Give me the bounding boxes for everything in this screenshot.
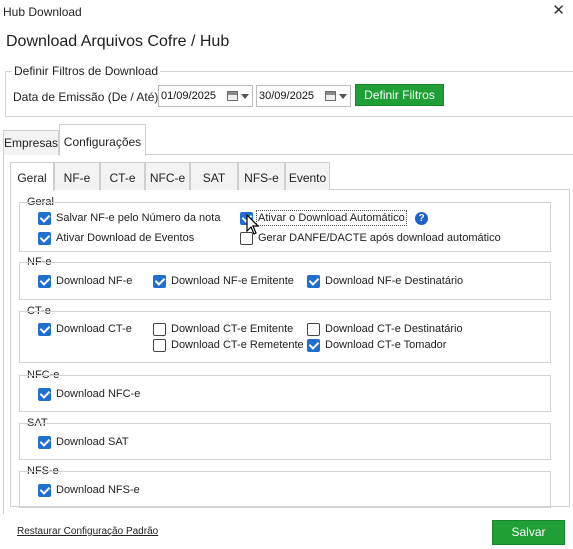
tab-sat[interactable]: SAT (190, 162, 238, 190)
close-icon[interactable]: ✕ (552, 3, 565, 19)
checkbox-box (38, 275, 51, 288)
chevron-down-icon[interactable] (339, 94, 347, 99)
tab-cte[interactable]: CT-e (100, 162, 145, 190)
tab-empresas[interactable]: Empresas (3, 130, 59, 155)
tab-nfce[interactable]: NFC-e (145, 162, 190, 190)
checkbox-box (153, 275, 166, 288)
calendar-icon (325, 91, 336, 101)
checkbox-label: Download NF-e (56, 275, 133, 287)
checkbox-label: Download NFC-e (56, 388, 141, 400)
checkbox-box (307, 339, 320, 352)
chevron-down-icon[interactable] (241, 94, 249, 99)
tab-configuracoes[interactable]: Configurações (59, 124, 146, 156)
checkbox-box (38, 212, 51, 225)
calendar-icon (227, 91, 238, 101)
date-range-label: Data de Emissão (De / Até): (13, 90, 162, 104)
checkbox-box (307, 323, 320, 336)
date-from-value: 01/09/2025 (161, 90, 217, 102)
checkbox-label: Ativar Download de Eventos (56, 232, 195, 244)
checkbox-label: Download SAT (56, 436, 129, 448)
checkbox-box (153, 323, 166, 336)
tab-nfe[interactable]: NF-e (54, 162, 100, 190)
filter-group-legend: Definir Filtros de Download (12, 64, 161, 78)
restore-default-link[interactable]: Restaurar Configuração Padrão (17, 526, 158, 537)
checkbox-box (307, 275, 320, 288)
mouse-pointer-icon (246, 214, 260, 235)
checkbox-box (38, 323, 51, 336)
checkbox-label: Download CT-e Tomador (325, 339, 447, 351)
window-titlebar: Hub Download ✕ (0, 0, 573, 26)
checkbox-box (153, 339, 166, 352)
checkbox-label: Download CT-e (56, 323, 132, 335)
window-title: Hub Download (3, 5, 82, 19)
checkbox-label: Gerar DANFE/DACTE após download automáti… (258, 232, 501, 244)
date-to-picker[interactable]: 30/09/2025 (256, 85, 351, 107)
save-button[interactable]: Salvar (492, 520, 565, 545)
checkbox-box (38, 232, 51, 245)
checkbox-label: Salvar NF-e pelo Número da nota (56, 212, 221, 224)
checkbox-label: Download NF-e Destinatário (325, 275, 464, 287)
date-to-value: 30/09/2025 (259, 90, 315, 102)
checkbox-label: Download CT-e Remetente (171, 339, 304, 351)
checkbox-label: Download NF-e Emitente (171, 275, 294, 287)
checkbox-box (38, 436, 51, 449)
checkbox-label: Download CT-e Destinatário (325, 323, 463, 335)
checkbox-box (38, 484, 51, 497)
section-cte (19, 311, 551, 363)
tab-nfse[interactable]: NFS-e (238, 162, 285, 190)
tab-geral[interactable]: Geral (10, 162, 54, 191)
filter-group: Definir Filtros de Download Data de Emis… (5, 64, 573, 117)
section-geral (19, 202, 551, 252)
checkbox-label: Download NFS-e (56, 484, 140, 496)
checkbox-label: Ativar o Download Automático (256, 210, 407, 226)
checkbox-box (38, 388, 51, 401)
apply-filters-button[interactable]: Definir Filtros (355, 84, 444, 106)
checkbox-label: Download CT-e Emitente (171, 323, 294, 335)
help-icon[interactable]: ? (415, 212, 428, 225)
page-title: Download Arquivos Cofre / Hub (6, 33, 230, 50)
date-from-picker[interactable]: 01/09/2025 (158, 85, 253, 107)
tab-evento[interactable]: Evento (285, 162, 330, 190)
